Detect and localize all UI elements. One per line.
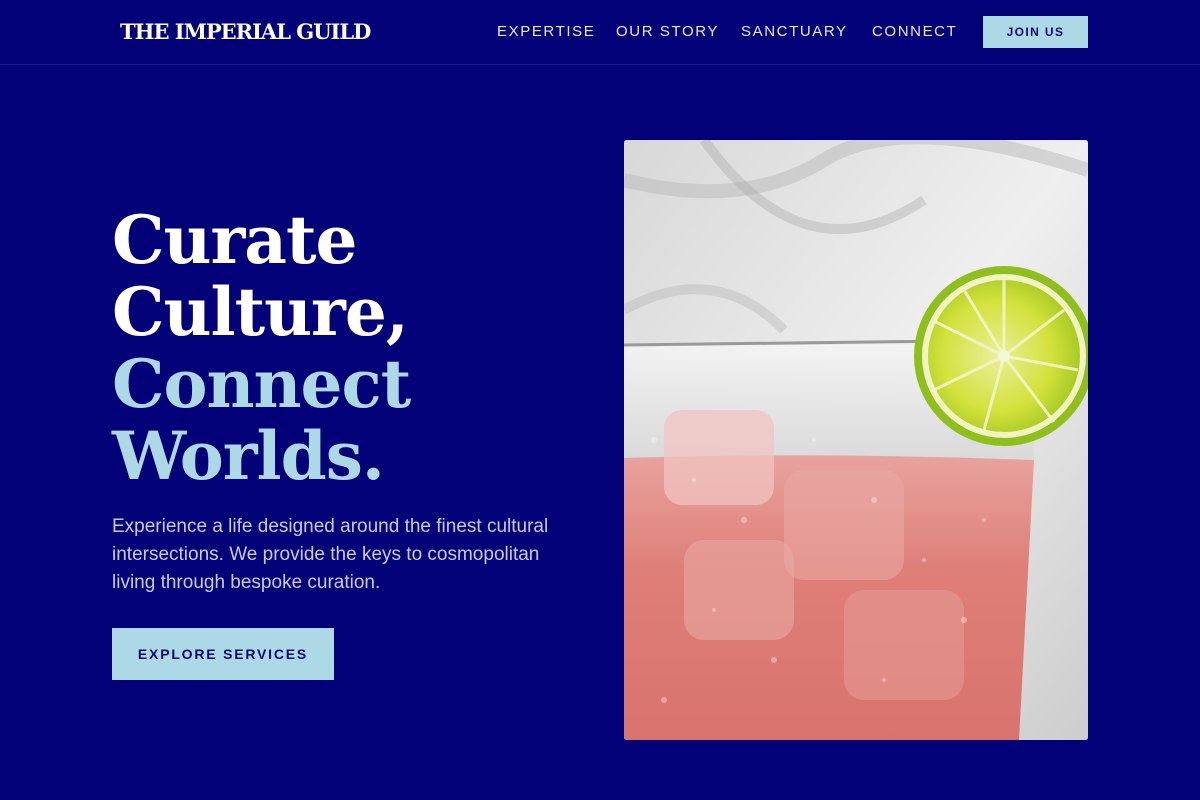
- nav-item-sanctuary[interactable]: SANCTUARY: [741, 23, 848, 40]
- join-us-button[interactable]: JOIN US: [983, 16, 1088, 48]
- nav-item-our-story[interactable]: OUR STORY: [616, 23, 719, 40]
- cocktail-with-lime-icon: [624, 140, 1088, 740]
- hero-title-line-accent: Worlds.: [112, 417, 385, 495]
- nav-item-connect[interactable]: CONNECT: [872, 23, 957, 40]
- hero-title-line: Culture,: [112, 273, 409, 351]
- site-header: THE IMPERIAL GUILD EXPERTISE OUR STORY S…: [0, 0, 1200, 65]
- hero-title: Curate Culture, Connect Worlds.: [112, 201, 411, 495]
- hero-subtitle: Experience a life designed around the fi…: [112, 516, 549, 593]
- explore-services-button[interactable]: EXPLORE SERVICES: [112, 628, 334, 680]
- hero-title-line-accent: Connect: [112, 345, 411, 423]
- cocktail-photo: [624, 140, 1088, 740]
- hero-title-line: Curate: [112, 201, 358, 279]
- nav-item-expertise[interactable]: EXPERTISE: [497, 23, 595, 40]
